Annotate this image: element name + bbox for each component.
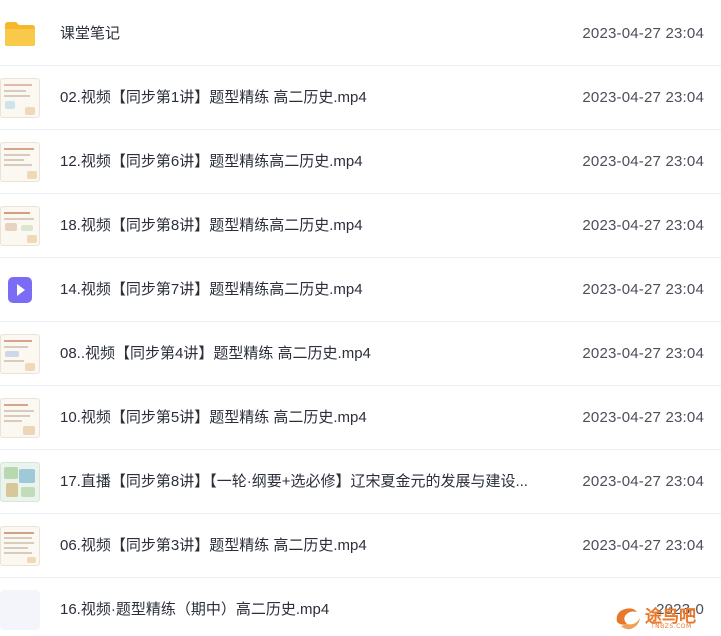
video-thumbnail bbox=[0, 398, 42, 438]
file-name[interactable]: 课堂笔记 bbox=[60, 2, 120, 66]
video-thumbnail bbox=[0, 78, 42, 118]
file-name[interactable]: 17.直播【同步第8讲】【一轮·纲要+选必修】辽宋夏金元的发展与建设... bbox=[60, 450, 528, 514]
file-date: 2023-04-27 23:04 bbox=[582, 217, 704, 234]
file-date: 2023-04-27 23:04 bbox=[582, 345, 704, 362]
file-row-video[interactable]: 12.视频【同步第6讲】题型精练高二历史.mp4 2023-04-27 23:0… bbox=[0, 130, 721, 194]
file-name[interactable]: 18.视频【同步第8讲】题型精练高二历史.mp4 bbox=[60, 194, 363, 258]
video-thumbnail bbox=[0, 590, 42, 630]
bird-logo-icon bbox=[616, 608, 640, 630]
video-thumbnail bbox=[0, 462, 42, 502]
file-row-video[interactable]: 18.视频【同步第8讲】题型精练高二历史.mp4 2023-04-27 23:0… bbox=[0, 194, 721, 258]
file-name[interactable]: 10.视频【同步第5讲】题型精练 高二历史.mp4 bbox=[60, 386, 367, 450]
file-date: 2023-04-27 23:04 bbox=[582, 537, 704, 554]
file-name[interactable]: 02.视频【同步第1讲】题型精练 高二历史.mp4 bbox=[60, 66, 367, 130]
file-row-video[interactable]: 02.视频【同步第1讲】题型精练 高二历史.mp4 2023-04-27 23:… bbox=[0, 66, 721, 130]
file-name[interactable]: 08..视频【同步第4讲】题型精练 高二历史.mp4 bbox=[60, 322, 371, 386]
file-row-video[interactable]: 14.视频【同步第7讲】题型精练高二历史.mp4 2023-04-27 23:0… bbox=[0, 258, 721, 322]
file-date: 2023-04-27 23:04 bbox=[582, 25, 704, 42]
video-file-icon bbox=[0, 270, 42, 310]
watermark-subtext: TNBZS.COM bbox=[651, 623, 692, 630]
file-name[interactable]: 12.视频【同步第6讲】题型精练高二历史.mp4 bbox=[60, 130, 363, 194]
video-thumbnail bbox=[0, 526, 42, 566]
file-row-video[interactable]: 10.视频【同步第5讲】题型精练 高二历史.mp4 2023-04-27 23:… bbox=[0, 386, 721, 450]
file-name[interactable]: 16.视频·题型精练（期中）高二历史.mp4 bbox=[60, 578, 329, 636]
file-name[interactable]: 06.视频【同步第3讲】题型精练 高二历史.mp4 bbox=[60, 514, 367, 578]
folder-icon bbox=[0, 14, 42, 54]
file-list: 课堂笔记 2023-04-27 23:04 02.视频【同步第1讲】题型精练 高… bbox=[0, 0, 721, 636]
file-date: 2023-04-27 23:04 bbox=[582, 409, 704, 426]
file-date: 2023-04-27 23:04 bbox=[582, 473, 704, 490]
file-row-video[interactable]: 08..视频【同步第4讲】题型精练 高二历史.mp4 2023-04-27 23… bbox=[0, 322, 721, 386]
file-name[interactable]: 14.视频【同步第7讲】题型精练高二历史.mp4 bbox=[60, 258, 363, 322]
watermark-logo: 途鸟吧 TNBZS.COM bbox=[607, 602, 717, 632]
file-row-folder[interactable]: 课堂笔记 2023-04-27 23:04 bbox=[0, 2, 721, 66]
file-row-video[interactable]: 06.视频【同步第3讲】题型精练 高二历史.mp4 2023-04-27 23:… bbox=[0, 514, 721, 578]
file-date: 2023-04-27 23:04 bbox=[582, 89, 704, 106]
file-date: 2023-04-27 23:04 bbox=[582, 281, 704, 298]
file-row-video[interactable]: 17.直播【同步第8讲】【一轮·纲要+选必修】辽宋夏金元的发展与建设... 20… bbox=[0, 450, 721, 514]
video-thumbnail bbox=[0, 334, 42, 374]
video-thumbnail bbox=[0, 142, 42, 182]
video-thumbnail bbox=[0, 206, 42, 246]
file-date: 2023-04-27 23:04 bbox=[582, 153, 704, 170]
